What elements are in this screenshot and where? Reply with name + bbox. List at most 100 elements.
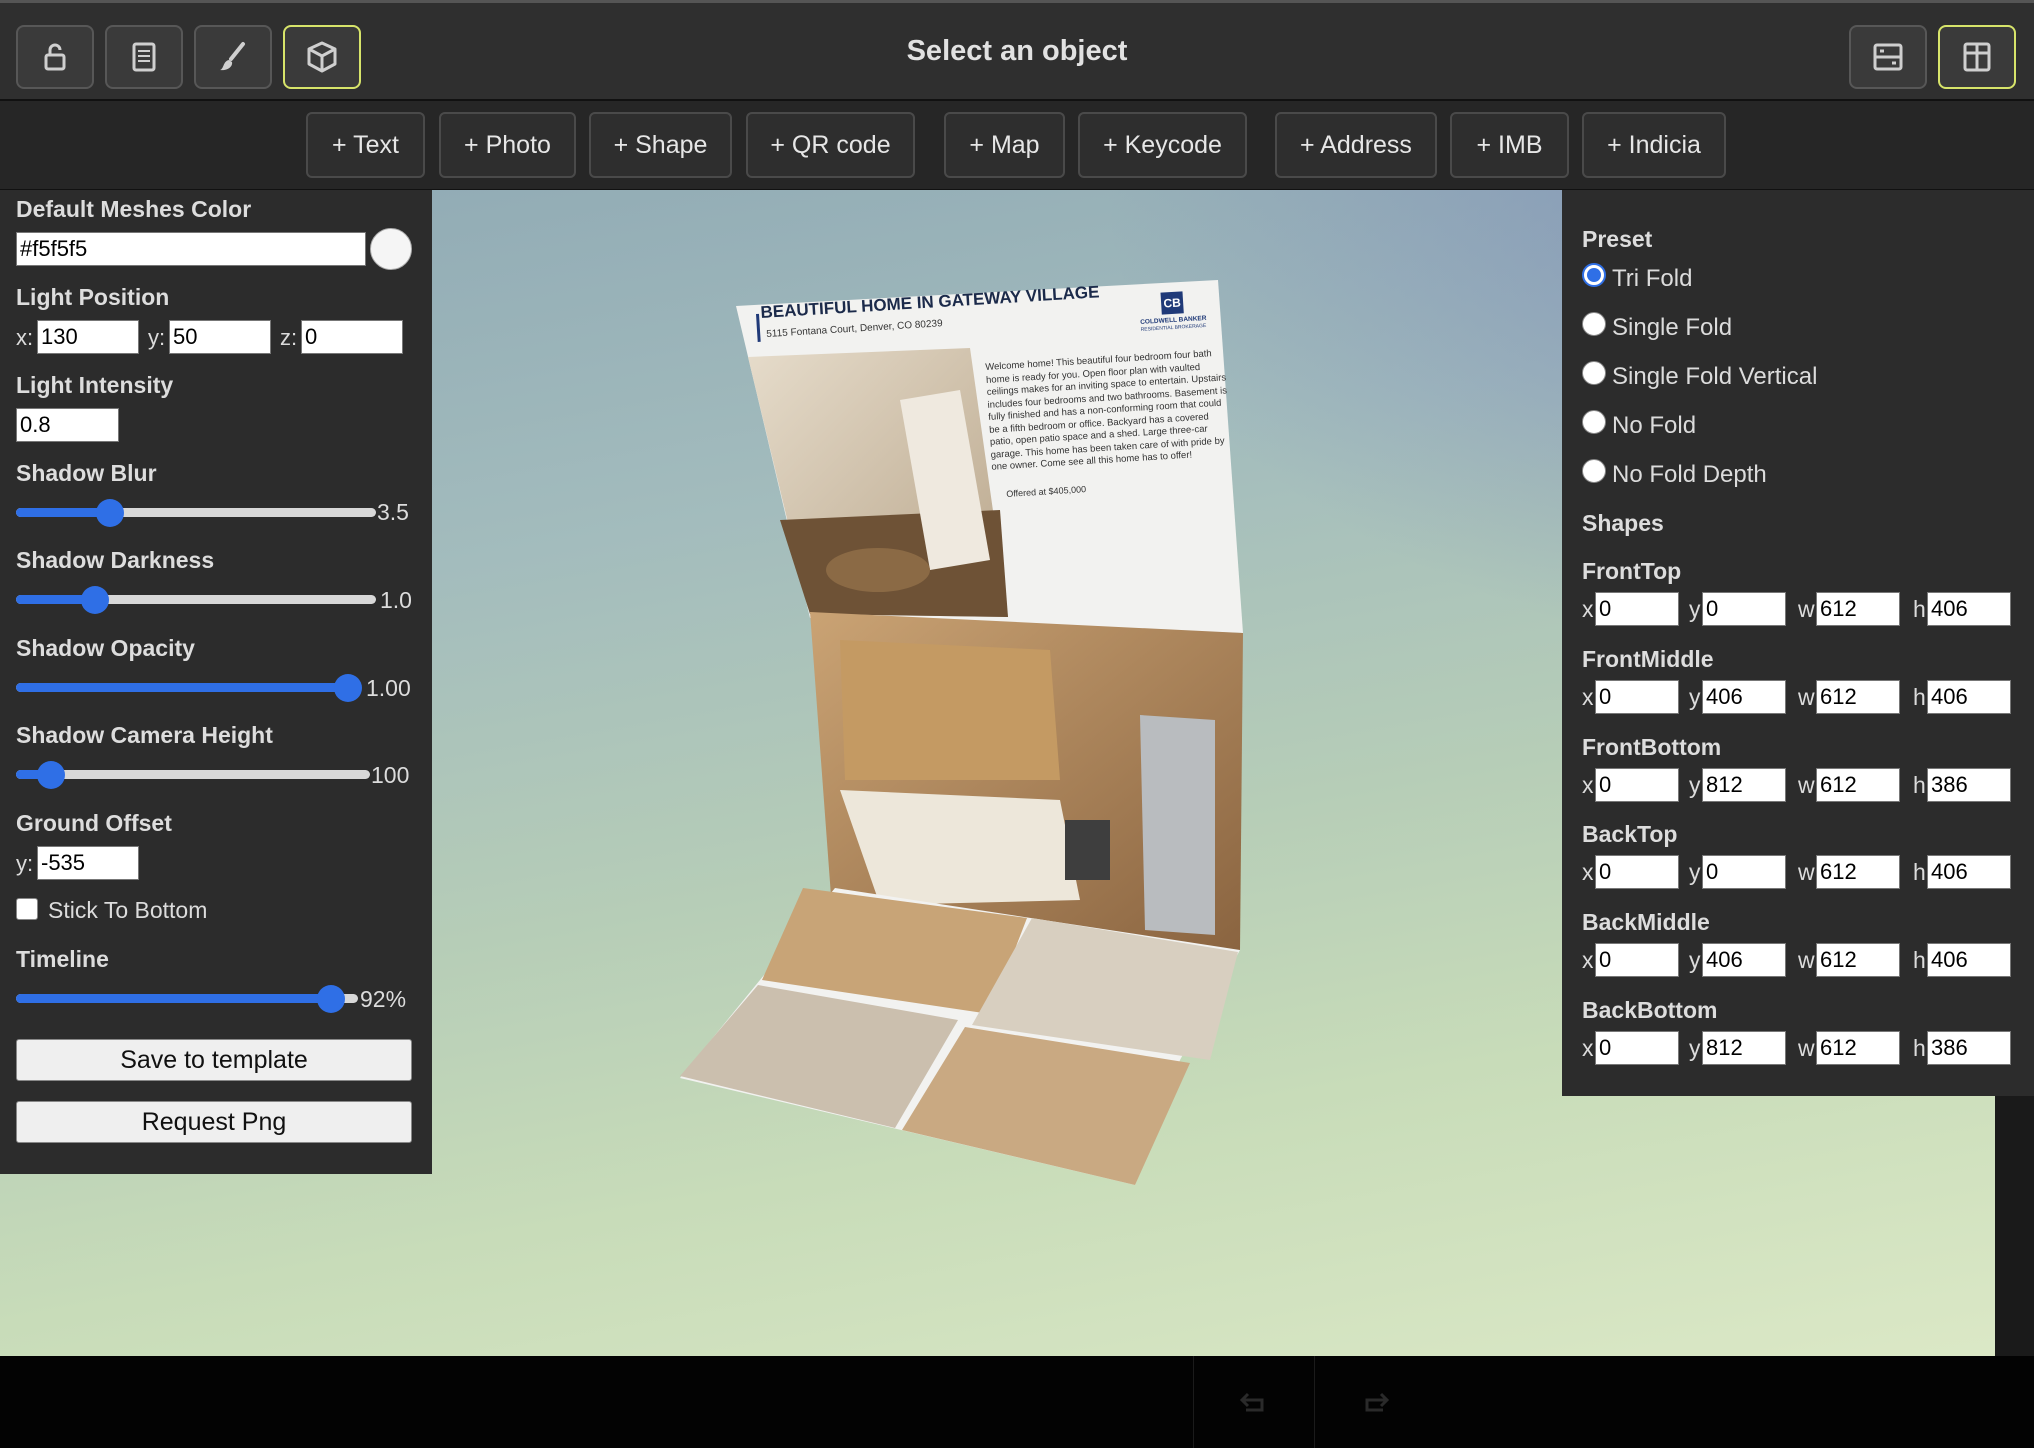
shape-y-label: y <box>1689 859 1701 885</box>
fold-layout-button[interactable] <box>1938 25 2016 89</box>
add-address-button[interactable]: + Address <box>1275 112 1437 178</box>
shape-y-input[interactable] <box>1702 943 1786 977</box>
shape-x-label: x <box>1582 684 1594 710</box>
preset-no-fold-label: No Fold <box>1612 412 1697 439</box>
shape-x-label: x <box>1582 596 1594 622</box>
add-imb-button[interactable]: + IMB <box>1450 112 1569 178</box>
shape-w-label: w <box>1798 947 1815 973</box>
shape-name: BackBottom <box>1582 997 1718 1023</box>
shape-y-label: y <box>1689 596 1701 622</box>
stick-to-bottom-checkbox[interactable] <box>16 898 38 920</box>
slider-thumb[interactable] <box>316 985 345 1013</box>
shadow-opacity-label: Shadow Opacity <box>16 635 195 661</box>
save-to-template-button[interactable]: Save to template <box>16 1039 412 1081</box>
shape-h-input[interactable] <box>1927 855 2011 889</box>
meshes-color-input[interactable] <box>16 232 366 266</box>
timeline-value: 92% <box>360 986 407 1012</box>
bottom-bar <box>0 1356 2034 1448</box>
stick-to-bottom-label: Stick To Bottom <box>48 897 208 923</box>
shape-x-input[interactable] <box>1595 943 1679 977</box>
shadow-darkness-slider[interactable] <box>16 585 376 614</box>
shape-name: BackTop <box>1582 821 1678 847</box>
slider-fill <box>16 994 331 1003</box>
shadow-blur-slider[interactable] <box>16 498 376 527</box>
light-intensity-label: Light Intensity <box>16 372 174 398</box>
ground-offset-input[interactable] <box>37 846 139 880</box>
slider-thumb[interactable] <box>37 761 66 789</box>
preset-no-fold-depth-radio[interactable] <box>1582 459 1606 483</box>
shape-y-input[interactable] <box>1702 1031 1786 1065</box>
shape-h-label: h <box>1913 1035 1926 1061</box>
layout-button[interactable] <box>1849 25 1927 89</box>
logo-mark: CB <box>1160 291 1184 315</box>
shape-h-input[interactable] <box>1927 680 2011 714</box>
shadow-opacity-slider[interactable] <box>16 673 362 702</box>
shape-h-label: h <box>1913 859 1926 885</box>
slider-thumb[interactable] <box>334 674 362 702</box>
shape-w-label: w <box>1798 772 1815 798</box>
shape-y-input[interactable] <box>1702 768 1786 802</box>
top-toolbar: Select an object <box>0 0 2034 101</box>
add-text-button[interactable]: + Text <box>306 112 425 178</box>
color-swatch[interactable] <box>370 228 412 270</box>
slider-thumb[interactable] <box>95 499 124 527</box>
shape-h-input[interactable] <box>1927 943 2011 977</box>
shape-name: FrontTop <box>1582 558 1682 584</box>
shape-w-input[interactable] <box>1816 1031 1900 1065</box>
light-x-input[interactable] <box>37 320 139 354</box>
shape-w-input[interactable] <box>1816 943 1900 977</box>
shape-name: BackMiddle <box>1582 909 1710 935</box>
preset-tri-fold-radio[interactable] <box>1582 263 1606 287</box>
shape-x-input[interactable] <box>1595 680 1679 714</box>
add-keycode-button[interactable]: + Keycode <box>1078 112 1247 178</box>
shadow-blur-label: Shadow Blur <box>16 460 157 486</box>
shape-y-label: y <box>1689 947 1701 973</box>
light-y-input[interactable] <box>169 320 271 354</box>
shape-h-input[interactable] <box>1927 592 2011 626</box>
preset-single-fold-radio[interactable] <box>1582 312 1606 336</box>
preset-single-fold-vertical-radio[interactable] <box>1582 361 1606 385</box>
light-z-input[interactable] <box>301 320 403 354</box>
add-indicia-button[interactable]: + Indicia <box>1582 112 1726 178</box>
slider-track <box>16 770 370 779</box>
shape-w-label: w <box>1798 596 1815 622</box>
shape-x-input[interactable] <box>1595 855 1679 889</box>
add-shape-button[interactable]: + Shape <box>589 112 732 178</box>
slider-thumb[interactable] <box>81 586 110 614</box>
shape-y-input[interactable] <box>1702 592 1786 626</box>
shape-x-input[interactable] <box>1595 592 1679 626</box>
redo-icon <box>1365 1392 1389 1412</box>
shape-y-input[interactable] <box>1702 680 1786 714</box>
shape-h-label: h <box>1913 947 1926 973</box>
shape-x-input[interactable] <box>1595 1031 1679 1065</box>
preset-no-fold-radio[interactable] <box>1582 410 1606 434</box>
add-photo-button[interactable]: + Photo <box>439 112 576 178</box>
shadow-camera-height-slider[interactable] <box>16 760 370 789</box>
timeline-slider[interactable] <box>16 984 358 1013</box>
request-png-button[interactable]: Request Png <box>16 1101 412 1143</box>
shadow-darkness-value: 1.0 <box>380 587 412 613</box>
shape-w-input[interactable] <box>1816 592 1900 626</box>
shape-h-label: h <box>1913 596 1926 622</box>
shape-x-input[interactable] <box>1595 768 1679 802</box>
shape-w-input[interactable] <box>1816 680 1900 714</box>
shape-x-label: x <box>1582 859 1594 885</box>
ground-offset-axis: y: <box>16 851 34 876</box>
add-map-button[interactable]: + Map <box>944 112 1065 178</box>
light-intensity-input[interactable] <box>16 408 119 442</box>
redo-button[interactable] <box>1314 1356 1434 1448</box>
shape-h-label: h <box>1913 772 1926 798</box>
shape-y-label: y <box>1689 684 1701 710</box>
fold-layout-icon <box>1963 42 1991 72</box>
add-qr-code-button[interactable]: + QR code <box>746 112 915 178</box>
shape-w-input[interactable] <box>1816 855 1900 889</box>
shape-h-input[interactable] <box>1927 768 2011 802</box>
shadow-blur-value: 3.5 <box>377 499 409 525</box>
undo-button[interactable] <box>1193 1356 1313 1448</box>
preset-panel: Preset Tri Fold Single Fold Single Fold … <box>1562 190 2034 1096</box>
shape-h-label: h <box>1913 684 1926 710</box>
shape-h-input[interactable] <box>1927 1031 2011 1065</box>
shape-y-input[interactable] <box>1702 855 1786 889</box>
shape-w-input[interactable] <box>1816 768 1900 802</box>
preset-label: Preset <box>1582 226 1653 252</box>
